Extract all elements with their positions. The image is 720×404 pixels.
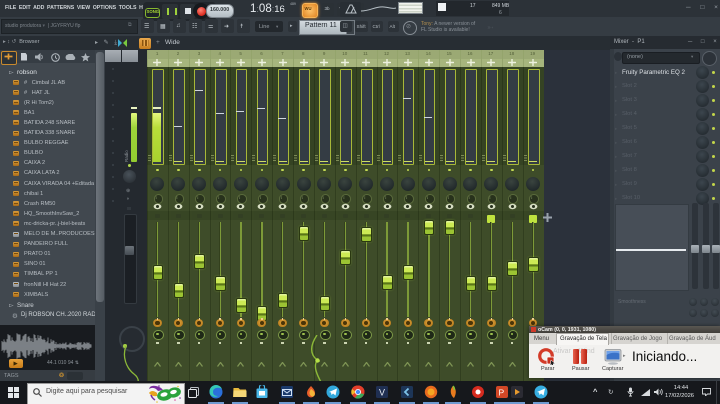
svg-text:V: V bbox=[379, 388, 385, 398]
svg-text:P: P bbox=[499, 388, 505, 398]
